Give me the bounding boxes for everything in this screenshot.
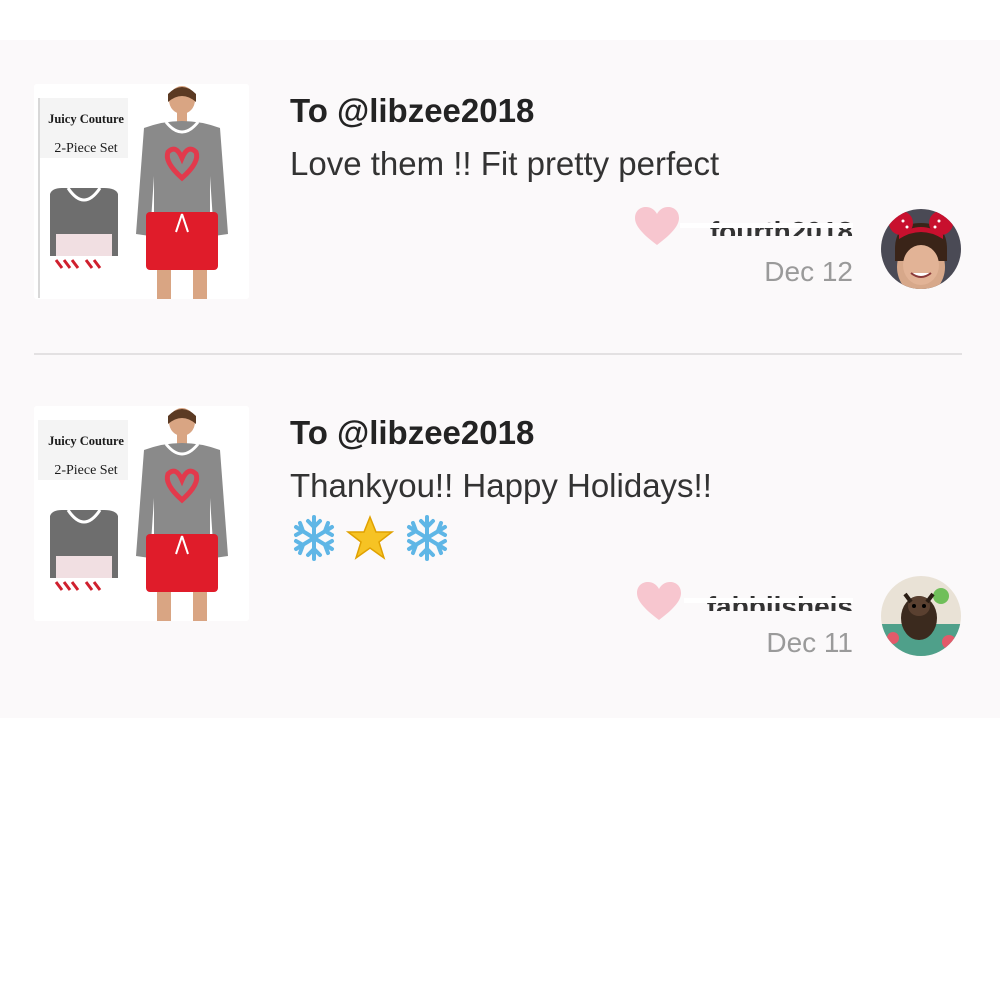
star-icon (346, 514, 395, 560)
review-emojis (290, 514, 455, 564)
review-message: Love them !! Fit pretty perfect (290, 145, 720, 182)
review-date: Dec 12 (764, 256, 853, 287)
thumbnail-set-label: 2-Piece Set (54, 463, 118, 478)
review-recipient: To @libzee2018 (290, 414, 535, 451)
thumbnail-set-label: 2-Piece Set (54, 141, 118, 156)
product-thumbnail[interactable]: Juicy Couture 2-Piece Set (34, 406, 249, 621)
reviewer-avatar[interactable] (881, 209, 961, 289)
review-card[interactable]: Juicy Couture 2-Piece Set To @libzee2018… (0, 406, 1000, 658)
review-card[interactable]: Juicy Couture 2-Piece Set To @libzee2018… (0, 84, 1000, 314)
heart-icon[interactable] (635, 207, 679, 247)
snowflake-icon (294, 515, 334, 561)
reviewer-username[interactable]: fourth2018 (680, 214, 853, 236)
product-thumbnail[interactable]: Juicy Couture 2-Piece Set (34, 84, 249, 299)
review-date: Dec 11 (766, 627, 853, 658)
review-recipient: To @libzee2018 (290, 92, 535, 129)
review-divider (34, 353, 962, 355)
snowflake-icon (406, 515, 447, 561)
reviewer-avatar[interactable] (881, 576, 961, 656)
thumbnail-brand-label: Juicy Couture (48, 434, 124, 448)
heart-icon[interactable] (637, 582, 681, 622)
review-message: Thankyou!! Happy Holidays!! (290, 467, 712, 504)
reviewer-username[interactable]: fabblisheis (684, 589, 853, 611)
thumbnail-brand-label: Juicy Couture (48, 112, 124, 126)
